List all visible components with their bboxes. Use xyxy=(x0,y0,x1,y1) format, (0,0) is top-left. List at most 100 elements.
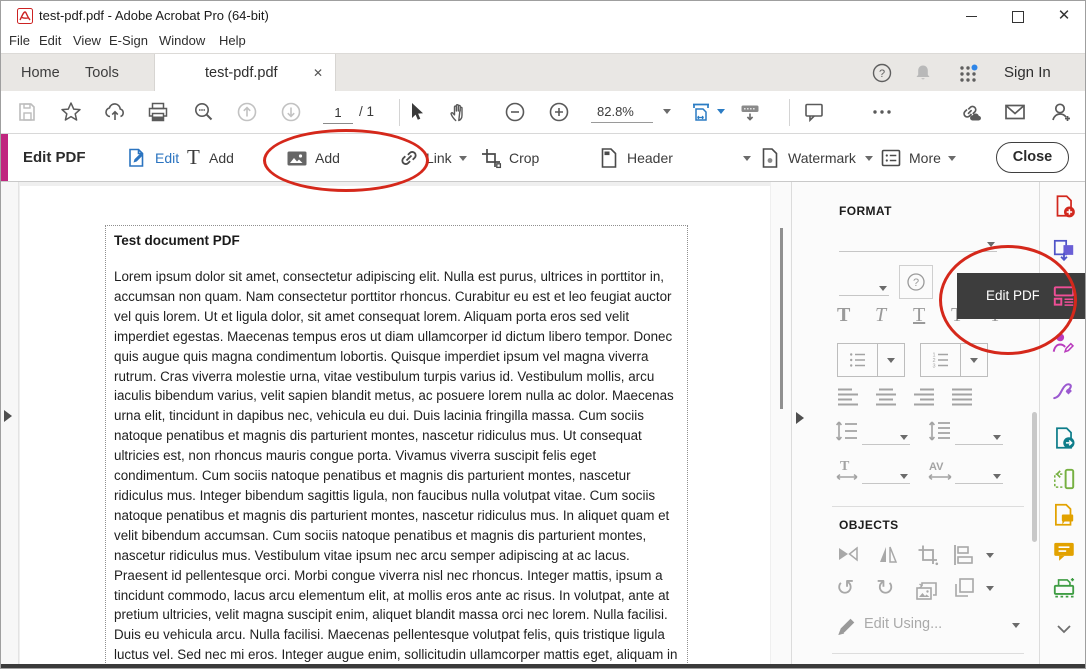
align-objects-icon xyxy=(952,543,976,567)
more-list-icon xyxy=(879,146,903,170)
align-justify-button[interactable] xyxy=(951,387,973,407)
format-help-button[interactable]: ? xyxy=(899,265,933,299)
close-edit-mode-button[interactable]: Close xyxy=(996,142,1069,173)
help-icon[interactable]: ? xyxy=(872,63,892,83)
add-comments-doc-icon[interactable] xyxy=(1051,502,1077,528)
objects-section-header: OBJECTS xyxy=(839,518,898,532)
tab-document[interactable]: test-pdf.pdf ✕ xyxy=(154,54,336,92)
menu-esign[interactable]: E-Sign xyxy=(109,33,148,48)
zoom-in-icon[interactable] xyxy=(547,100,571,124)
close-window-button[interactable]: ✕ xyxy=(1049,5,1079,27)
align-right-button[interactable] xyxy=(913,387,935,407)
more-tools-chevron-icon[interactable] xyxy=(1055,622,1073,636)
tab-tools[interactable]: Tools xyxy=(85,54,119,92)
edit-pdf-toolbar: Edit PDF Edit T Add Text Add Image xyxy=(1,134,1085,182)
expand-left-pane-icon[interactable] xyxy=(4,410,12,422)
align-center-button[interactable] xyxy=(875,387,897,407)
document-scrollbar[interactable] xyxy=(771,182,791,664)
line-spacing-caret-icon xyxy=(900,435,908,440)
numbered-list-button[interactable]: 123 xyxy=(921,344,960,376)
underline-button[interactable]: T xyxy=(913,304,925,327)
flip-horizontal-button[interactable] xyxy=(876,543,900,567)
user-account-icon[interactable] xyxy=(1049,100,1073,124)
minimize-button[interactable] xyxy=(956,5,986,27)
export-pdf-icon[interactable] xyxy=(1051,425,1077,451)
edit-pdf-tool-icon[interactable] xyxy=(1051,283,1077,309)
replace-image-button[interactable] xyxy=(914,579,940,603)
character-spacing-caret-icon xyxy=(993,474,1001,479)
grid-apps-icon[interactable] xyxy=(957,63,979,85)
menu-window[interactable]: Window xyxy=(159,33,205,48)
rotate-clockwise-button[interactable]: ↻ xyxy=(876,576,894,600)
tab-close-icon[interactable]: ✕ xyxy=(313,54,323,92)
line-spacing-dropdown[interactable] xyxy=(862,426,910,445)
bulleted-list-caret-icon[interactable] xyxy=(877,344,904,376)
menu-help[interactable]: Help xyxy=(219,33,246,48)
numbered-list-caret-icon[interactable] xyxy=(960,344,987,376)
combine-files-icon[interactable] xyxy=(1051,237,1077,263)
email-icon[interactable] xyxy=(1003,100,1027,124)
star-favorite-icon[interactable] xyxy=(59,100,83,124)
hand-pan-icon[interactable] xyxy=(447,100,471,124)
more-tools-ellipsis-icon[interactable] xyxy=(870,100,894,124)
share-link-icon[interactable] xyxy=(958,100,982,124)
scrolling-mode-icon[interactable] xyxy=(738,100,762,124)
menu-file[interactable]: File xyxy=(9,33,30,48)
link-caret-icon xyxy=(459,156,467,161)
fit-width-icon[interactable] xyxy=(689,100,713,124)
comment-tool-icon[interactable] xyxy=(1051,538,1077,564)
organize-pages-icon[interactable] xyxy=(1051,466,1077,492)
next-page-icon[interactable] xyxy=(279,100,303,124)
fill-and-sign-icon[interactable] xyxy=(1051,377,1077,403)
character-spacing-icon: AV xyxy=(926,458,954,482)
previous-page-icon[interactable] xyxy=(235,100,259,124)
zoom-dropdown-caret-icon[interactable] xyxy=(663,109,671,114)
fit-width-caret-icon[interactable] xyxy=(717,109,725,114)
edit-using-label: Edit Using... xyxy=(864,616,942,632)
bulleted-list-group[interactable] xyxy=(837,343,905,377)
comment-icon[interactable] xyxy=(802,100,826,124)
zoom-level-dropdown[interactable]: 82.8% xyxy=(591,101,653,123)
align-left-button[interactable] xyxy=(837,387,859,407)
align-objects-button[interactable] xyxy=(952,543,1000,567)
rotate-counterclockwise-button[interactable]: ↺ xyxy=(836,576,854,600)
horizontal-scale-dropdown[interactable] xyxy=(862,465,910,484)
maximize-button[interactable] xyxy=(1003,5,1033,27)
character-spacing-dropdown[interactable] xyxy=(955,465,1003,484)
collapse-right-pane-icon[interactable] xyxy=(796,412,804,424)
sign-in-button[interactable]: Sign In xyxy=(1004,54,1051,92)
print-icon[interactable] xyxy=(146,100,170,124)
save-icon[interactable] xyxy=(15,100,39,124)
svg-text:AV: AV xyxy=(929,461,944,473)
document-scrollbar-thumb[interactable] xyxy=(780,228,783,409)
share-cloud-icon[interactable] xyxy=(103,100,127,124)
arrange-objects-button[interactable] xyxy=(952,576,1000,600)
crop-object-button[interactable] xyxy=(916,543,940,567)
request-esignatures-icon[interactable] xyxy=(1051,330,1077,356)
font-family-dropdown[interactable] xyxy=(839,233,997,252)
svg-text:?: ? xyxy=(913,277,919,289)
flip-vertical-button[interactable] xyxy=(836,543,860,567)
scan-ocr-icon[interactable] xyxy=(1051,575,1077,601)
create-pdf-icon[interactable] xyxy=(1051,193,1077,219)
edit-using-button[interactable]: Edit Using... xyxy=(836,613,1018,639)
bulleted-list-button[interactable] xyxy=(838,344,877,376)
menu-edit[interactable]: Edit xyxy=(39,33,61,48)
panel-scrollbar-thumb[interactable] xyxy=(1032,412,1037,542)
text-edit-frame[interactable]: Test document PDF Lorem ipsum dolor sit … xyxy=(105,225,688,664)
close-icon: ✕ xyxy=(1058,7,1071,24)
notifications-bell-icon[interactable] xyxy=(913,63,933,83)
bold-button[interactable]: T xyxy=(837,304,850,327)
paragraph-spacing-dropdown[interactable] xyxy=(955,426,1003,445)
zoom-out-icon[interactable] xyxy=(503,100,527,124)
numbered-list-group[interactable]: 123 xyxy=(920,343,988,377)
close-button-label: Close xyxy=(1013,149,1053,165)
menu-view[interactable]: View xyxy=(73,33,101,48)
select-cursor-icon[interactable] xyxy=(404,100,428,124)
font-size-dropdown[interactable] xyxy=(839,277,889,296)
zoom-level-value: 82.8% xyxy=(591,101,634,122)
page-number-input[interactable] xyxy=(323,101,353,124)
italic-button[interactable]: T xyxy=(875,304,886,327)
tab-home[interactable]: Home xyxy=(21,54,60,92)
search-icon[interactable] xyxy=(192,100,216,124)
